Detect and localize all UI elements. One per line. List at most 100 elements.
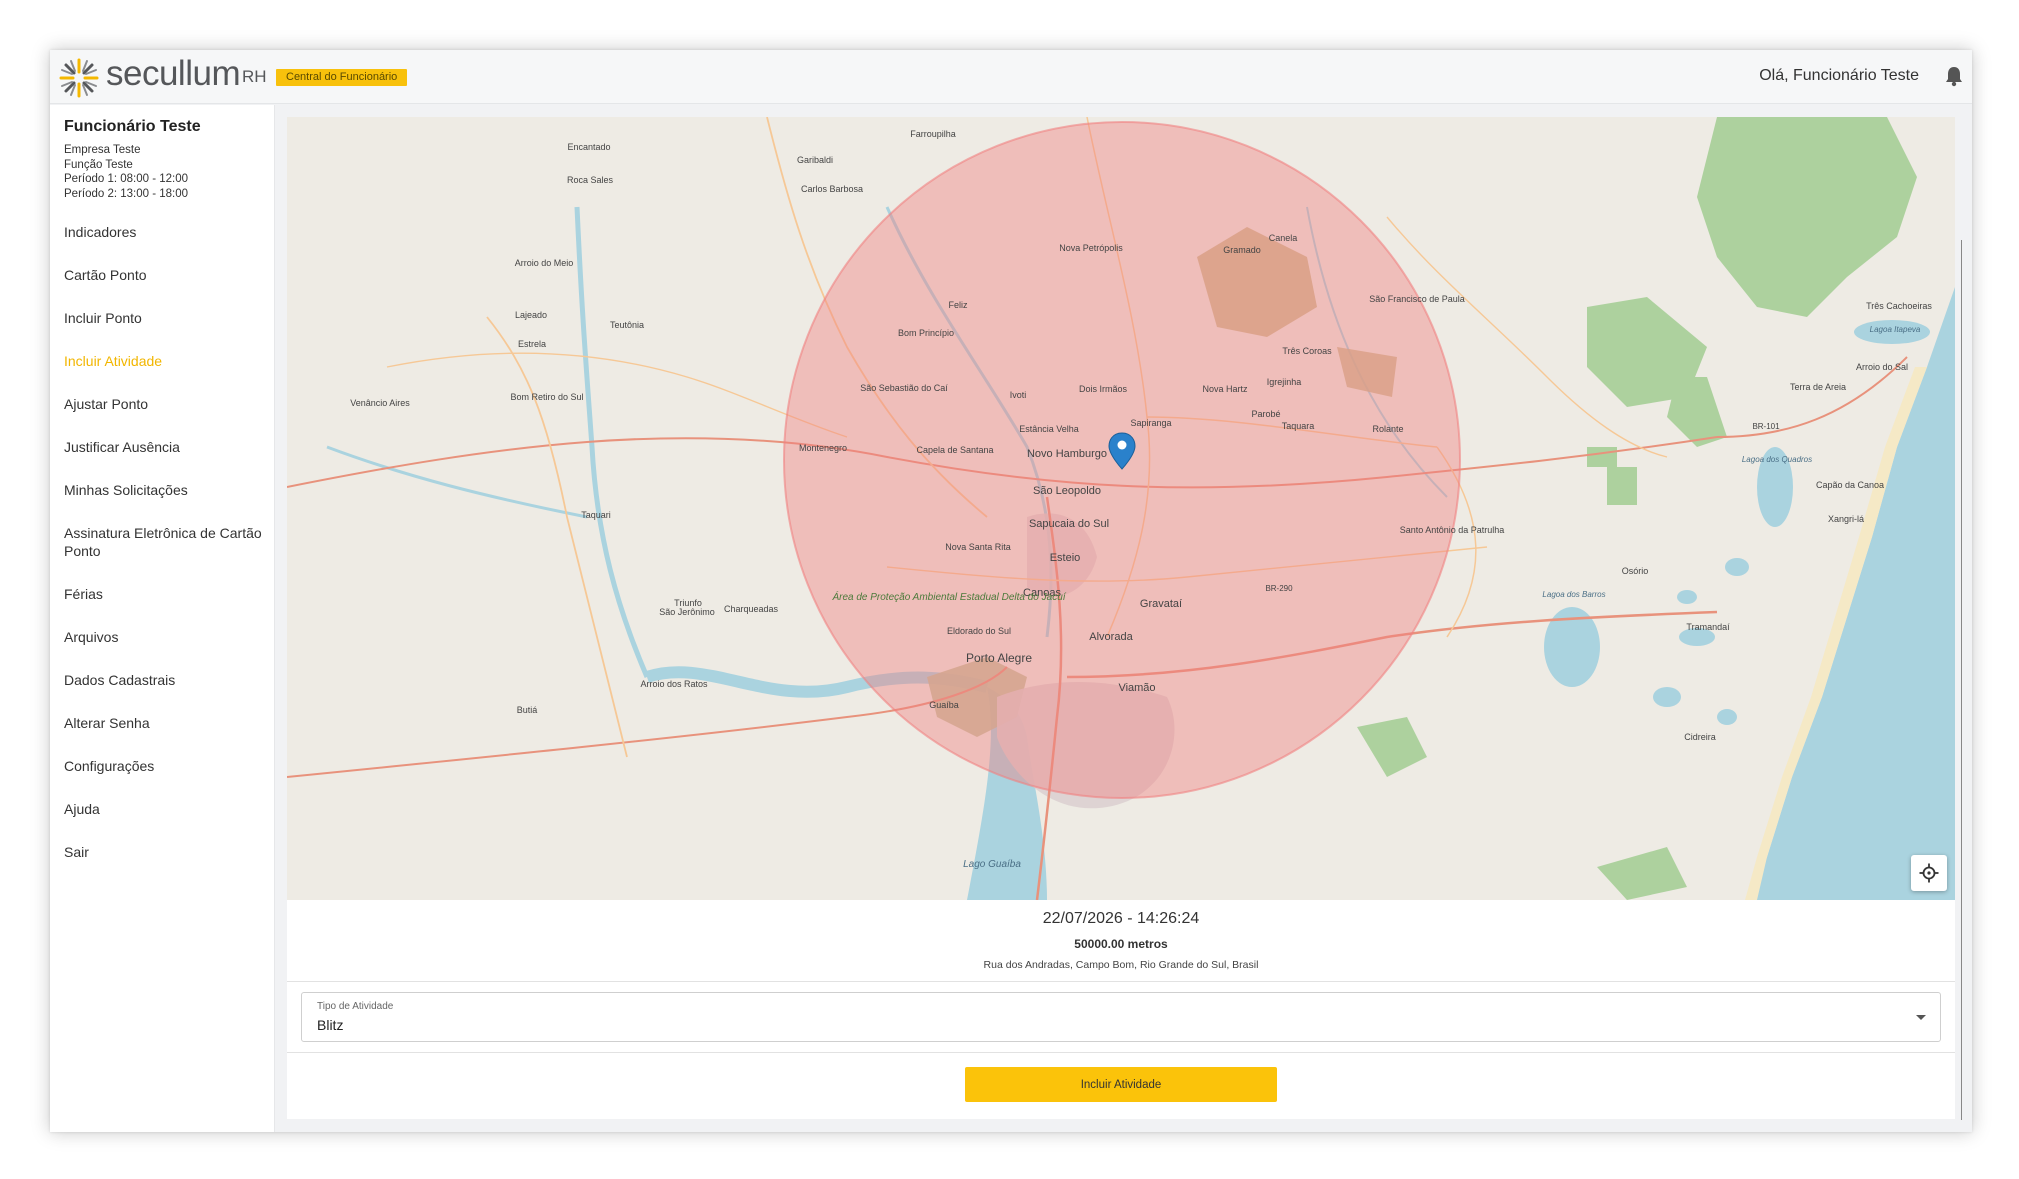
sidebar-item-minhas-solicitacoes[interactable]: Minhas Solicitações [64, 481, 264, 524]
map-label: Gravataí [1140, 598, 1182, 610]
sidebar-item-incluir-atividade[interactable]: Incluir Atividade [64, 352, 264, 395]
map-label: Ivoti [1010, 390, 1027, 400]
divider [287, 1052, 1955, 1053]
sidebar-item-indicadores[interactable]: Indicadores [64, 223, 264, 266]
map-label: Taquara [1282, 421, 1315, 431]
map-label: Charqueadas [724, 604, 779, 614]
map-label: Encantado [567, 142, 610, 152]
sidebar: Funcionário Teste Empresa Teste Função T… [50, 105, 275, 1132]
map-label: Butiá [517, 705, 538, 715]
map-label: Nova Hartz [1202, 384, 1248, 394]
map-label: Dois Irmãos [1079, 384, 1128, 394]
map-label: Canela [1269, 233, 1298, 243]
sidebar-item-alterar-senha[interactable]: Alterar Senha [64, 714, 264, 757]
map-label: São Jerônimo [659, 607, 715, 617]
map-label: São Francisco de Paula [1369, 294, 1465, 304]
sidebar-item-incluir-ponto[interactable]: Incluir Ponto [64, 309, 264, 352]
map-label: São Leopoldo [1033, 485, 1101, 497]
map-label: Eldorado do Sul [947, 626, 1011, 636]
map-label: Capão da Canoa [1816, 480, 1884, 490]
sidebar-item-configuracoes[interactable]: Configurações [64, 757, 264, 800]
map-label: Porto Alegre [966, 651, 1032, 665]
sidebar-item-ferias[interactable]: Férias [64, 585, 264, 628]
map-label: Osório [1622, 566, 1649, 576]
map-label: Bom Princípio [898, 328, 954, 338]
map-label: Guaíba [929, 700, 959, 710]
activity-type-label: Tipo de Atividade [317, 1001, 394, 1012]
map-label: Taquari [581, 510, 611, 520]
employee-info: Empresa Teste Função Teste Período 1: 08… [64, 143, 188, 201]
chevron-down-icon [1916, 1015, 1926, 1020]
main-content: Farroupilha Encantado Garibaldi Carlos B… [287, 117, 1955, 1119]
map-label: Nova Petrópolis [1059, 243, 1123, 253]
map-label: Xangri-lá [1828, 514, 1864, 524]
map-label: Terra de Areia [1790, 382, 1846, 392]
app-window: secullum RH Central do Funcionário Olá, … [50, 50, 1972, 1132]
employee-period-1: Período 1: 08:00 - 12:00 [64, 173, 189, 185]
user-greeting[interactable]: Olá, Funcionário Teste [1759, 67, 1919, 85]
map-label: Teutônia [610, 320, 644, 330]
sidebar-item-sair[interactable]: Sair [64, 843, 264, 886]
map-label: Roca Sales [567, 175, 614, 185]
activity-address: Rua dos Andradas, Campo Bom, Rio Grande … [983, 959, 1259, 971]
map-label: Carlos Barbosa [801, 184, 863, 194]
map-label: Viamão [1118, 682, 1155, 694]
activity-type-select[interactable]: Tipo de Atividade Blitz [301, 992, 1941, 1042]
map-label: Capela de Santana [916, 445, 993, 455]
map-label: BR-101 [1752, 422, 1780, 431]
sidebar-item-justificar-ausencia[interactable]: Justificar Ausência [64, 438, 264, 481]
map-label: São Sebastião do Caí [860, 383, 948, 393]
activity-type-value: Blitz [317, 1017, 344, 1033]
sidebar-item-dados-cadastrais[interactable]: Dados Cadastrais [64, 671, 264, 714]
sidebar-item-cartao-ponto[interactable]: Cartão Ponto [64, 266, 264, 309]
map-label: Arroio do Sal [1856, 362, 1908, 372]
brand-suffix: RH [242, 67, 267, 86]
sidebar-item-ajuda[interactable]: Ajuda [64, 800, 264, 843]
brand-name: secullum [106, 54, 241, 93]
map-canvas[interactable]: Farroupilha Encantado Garibaldi Carlos B… [287, 117, 1955, 900]
location-map[interactable]: Farroupilha Encantado Garibaldi Carlos B… [287, 117, 1955, 900]
map-label: Lagoa Itapeva [1870, 325, 1921, 334]
portal-badge: Central do Funcionário [276, 69, 408, 86]
sidebar-item-ajustar-ponto[interactable]: Ajustar Ponto [64, 395, 264, 438]
map-label: Área de Proteção Ambiental Estadual Delt… [831, 590, 1066, 603]
map-label: Parobé [1251, 409, 1280, 419]
sidebar-item-arquivos[interactable]: Arquivos [64, 628, 264, 671]
map-label: Cidreira [1684, 732, 1716, 742]
map-label: Farroupilha [910, 129, 956, 139]
bell-icon[interactable] [1944, 65, 1964, 87]
sidebar-menu: Indicadores Cartão Ponto Incluir Ponto I… [64, 223, 264, 886]
map-label: Sapucaia do Sul [1029, 518, 1109, 530]
map-label: Lagoa dos Barros [1542, 590, 1605, 599]
incluir-atividade-button[interactable]: Incluir Atividade [965, 1067, 1277, 1102]
map-label: Arroio do Meio [515, 258, 574, 268]
map-label: Venâncio Aires [350, 398, 410, 408]
map-label: Novo Hamburgo [1027, 448, 1107, 460]
map-label: Igrejinha [1267, 377, 1302, 387]
map-label: Gramado [1223, 245, 1261, 255]
map-label: Tramandaí [1686, 622, 1730, 632]
divider [287, 981, 1955, 982]
map-label: Três Coroas [1282, 346, 1332, 356]
map-label: Estância Velha [1019, 424, 1079, 434]
locate-button[interactable] [1911, 855, 1947, 891]
map-label: BR-290 [1265, 584, 1293, 593]
map-label: Lago Guaíba [963, 859, 1021, 870]
sidebar-item-assinatura-eletronica[interactable]: Assinatura Eletrônica de Cartão Ponto [64, 524, 264, 585]
map-label: Santo Antônio da Patrulha [1400, 525, 1505, 535]
crosshair-icon [1919, 863, 1939, 883]
map-label: Sapiranga [1130, 418, 1171, 428]
activity-radius: 50000.00 metros [1074, 937, 1168, 951]
employee-role: Função Teste [64, 158, 133, 171]
map-label: Arroio dos Ratos [640, 679, 708, 689]
map-label: Lagoa dos Quadros [1742, 455, 1812, 464]
map-label: Esteio [1050, 552, 1081, 564]
map-label: Garibaldi [797, 155, 833, 165]
map-label: Estrela [518, 339, 546, 349]
scroll-rule [1961, 240, 1962, 1120]
employee-company: Empresa Teste [64, 144, 141, 156]
map-label: Feliz [948, 300, 968, 310]
sun-burst-logo-icon [59, 58, 99, 98]
map-label: Bom Retiro do Sul [510, 392, 583, 402]
map-label: Alvorada [1089, 631, 1133, 643]
